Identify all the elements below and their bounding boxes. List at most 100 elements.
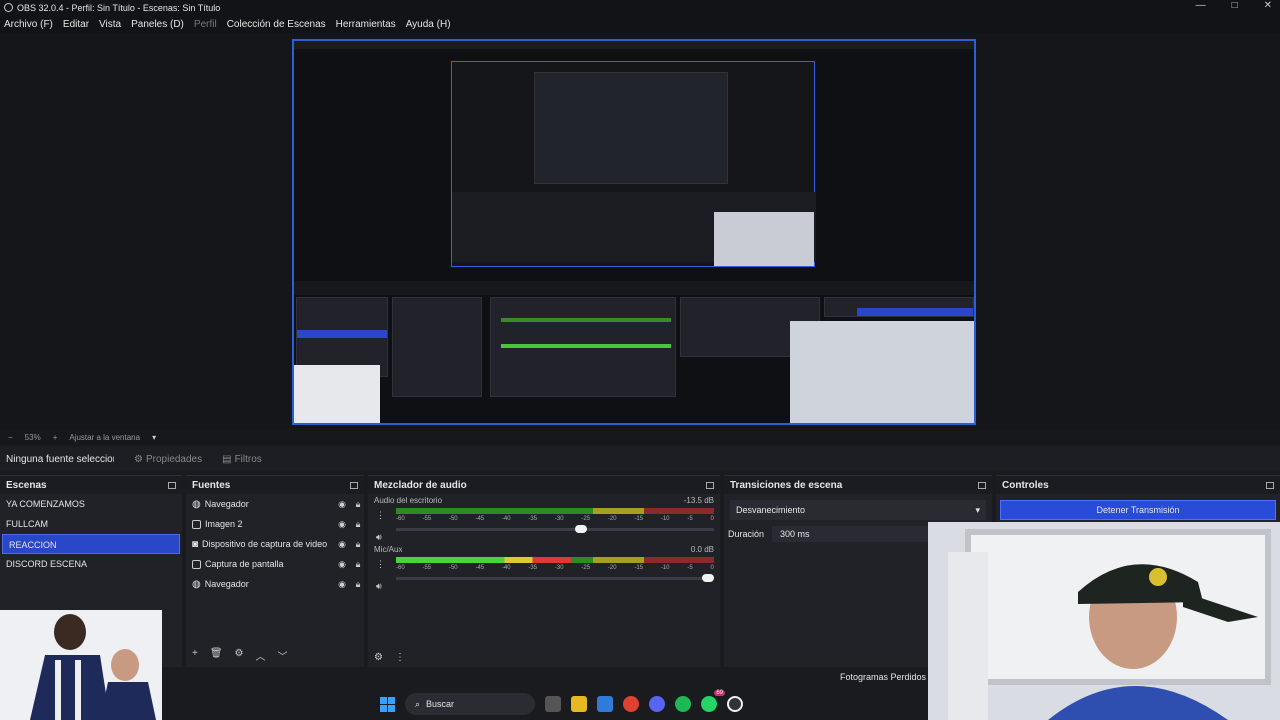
speaker-icon[interactable]: 🔊︎ [376,581,382,592]
menu-help[interactable]: Ayuda (H) [406,19,451,30]
meter-ticks: -60 -55 -50 -45 -40 -35 -30 -25 -20 -15 -10 -5 0 [396,565,714,571]
undock-icon[interactable] [978,481,986,489]
volume-slider[interactable] [396,574,714,582]
scene-list: YA COMENZAMOS FULLCAM REACCION DISCORD E… [0,494,182,574]
maximize-button[interactable]: □ [1232,0,1238,15]
move-up-icon[interactable]: ︿ [256,648,266,663]
menu-tools[interactable]: Herramientas [336,19,396,30]
whatsapp-icon[interactable]: 69 [701,690,725,712]
source-item[interactable]: Captura de pantalla ◉ 🔒︎ [186,554,364,574]
mixer-channel-desktop: Audio del escritorio -13.5 dB ⋮ -60 -55 -5… [368,494,720,542]
scenes-title: Escenas [6,479,47,491]
source-item[interactable]: ◍ Navegador ◉ 🔒︎ [186,574,364,594]
menu-edit[interactable]: Editar [63,19,89,30]
move-down-icon[interactable]: ﹀ [278,648,288,663]
undock-icon[interactable] [350,481,358,489]
scene-item-discord-escena[interactable]: DISCORD ESCENA [0,554,182,574]
scene-item-reaccion[interactable]: REACCION [2,534,180,554]
title-bar: OBS 32.0.4 - Perfil: Sin Título - Escena… [0,0,1280,15]
source-item[interactable]: Imagen 2 ◉ 🔒︎ [186,514,364,534]
chrome-icon[interactable] [623,696,639,712]
visibility-eye-icon[interactable]: ◉ [336,499,348,510]
duration-input[interactable]: 300 ms [772,526,933,542]
lock-icon[interactable]: 🔒︎ [352,519,364,530]
discord-icon[interactable] [649,696,665,712]
nested-titlebar [294,41,974,49]
trash-icon[interactable]: 🗑︎ [210,648,223,663]
obs-taskbar-icon[interactable] [727,696,743,712]
audio-mixer-dock: Mezclador de audio Audio del escritorio … [368,475,720,667]
visibility-eye-icon[interactable]: ◉ [336,539,348,550]
kebab-menu-icon[interactable]: ⋮ [376,559,385,570]
gear-icon[interactable]: ⚙ [235,648,244,663]
windows-start-icon[interactable] [380,696,395,712]
scene-item-fullcam[interactable]: FULLCAM [0,514,182,534]
kebab-menu-icon[interactable]: ⋮ [376,510,385,521]
volume-knob[interactable] [574,525,587,533]
speaker-icon[interactable]: 🔊︎ [376,532,382,543]
window-controls: — □ ✕ [1196,0,1272,15]
chevron-down-icon[interactable]: ▾ [152,433,156,442]
menu-scene-collection[interactable]: Colección de Escenas [227,19,326,30]
nested-mixer-dock [490,297,676,397]
menu-docks[interactable]: Paneles (D) [131,19,184,30]
source-item[interactable]: ◍ Navegador ◉ 🔒︎ [186,494,364,514]
lock-icon[interactable]: 🔒︎ [352,559,364,570]
chevron-down-icon: ▾ [975,504,980,515]
menu-view[interactable]: Vista [99,19,121,30]
undock-icon[interactable] [1266,481,1274,489]
properties-button: ⚙ Propiedades [134,453,203,465]
volume-slider[interactable] [396,525,714,533]
zoom-value: 53% [24,432,41,442]
zoom-fit-dropdown[interactable]: Ajustar a la ventana [69,433,140,442]
lock-icon[interactable]: 🔒︎ [352,499,364,510]
browser-icon: ◍ [192,498,201,510]
taskbar-search[interactable]: ⌕ Buscar [405,693,535,715]
sources-dock: Fuentes ◍ Navegador ◉ 🔒︎ Imagen 2 ◉ 🔒︎ ◙… [186,475,364,667]
mixer-settings-icon[interactable]: ⚙ [374,652,383,663]
close-button[interactable]: ✕ [1264,0,1272,15]
minimize-button[interactable]: — [1196,0,1206,15]
file-explorer-icon[interactable] [571,696,587,712]
zoom-out-button[interactable]: − [8,433,13,442]
controls-title: Controles [1002,479,1049,491]
zoom-in-button[interactable]: + [53,433,58,442]
spotify-icon[interactable] [675,696,691,712]
mixer-title: Mezclador de audio [374,479,467,491]
nested-thumbnail [294,365,380,423]
scene-thumbnail-image [0,610,162,720]
meter-ticks: -60 -55 -50 -45 -40 -35 -30 -25 -20 -15 -10 -5 0 [396,516,714,522]
lock-icon[interactable]: 🔒︎ [352,579,364,590]
undock-icon[interactable] [706,481,714,489]
menu-file[interactable]: Archivo (F) [4,19,53,30]
volume-knob[interactable] [702,574,714,582]
visibility-eye-icon[interactable]: ◉ [336,559,348,570]
program-preview[interactable] [292,39,976,425]
task-view-icon[interactable] [545,696,561,712]
source-item[interactable]: ◙ Dispositivo de captura de video ◉ 🔒︎ [186,534,364,554]
transition-select[interactable]: Desvanecimiento ▾ [730,500,986,520]
webcam-overlay [928,522,1280,720]
channel-name: Mic/Aux [374,545,403,554]
add-source-icon[interactable]: + [192,648,198,663]
level-meter [396,508,714,514]
transitions-title: Transiciones de escena [730,479,843,491]
undock-icon[interactable] [168,481,176,489]
nested-preview [451,61,816,267]
visibility-eye-icon[interactable]: ◉ [336,519,348,530]
kebab-menu-icon[interactable]: ⋮ [395,652,405,663]
stop-streaming-button[interactable]: Detener Transmisión [1000,500,1276,520]
mixer-channel-mic: Mic/Aux 0.0 dB ⋮ -60 -55 -50 -45 -40 -35 -30 -2… [368,543,720,591]
image-icon [192,519,201,529]
gear-icon: ⚙ [134,453,143,465]
monitor-icon [192,559,201,569]
visibility-eye-icon[interactable]: ◉ [336,579,348,590]
scene-item-ya-comenzamos[interactable]: YA COMENZAMOS [0,494,182,514]
nested-webcam [790,321,974,423]
sources-title: Fuentes [192,479,231,491]
menu-bar: Archivo (F) Editar Vista Paneles (D) Per… [0,15,1280,33]
no-source-selected-label: Ninguna fuente seleccionada [6,453,114,465]
lock-icon[interactable]: 🔒︎ [352,539,364,550]
copilot-icon[interactable] [597,696,613,712]
menu-profile: Perfil [193,18,217,30]
